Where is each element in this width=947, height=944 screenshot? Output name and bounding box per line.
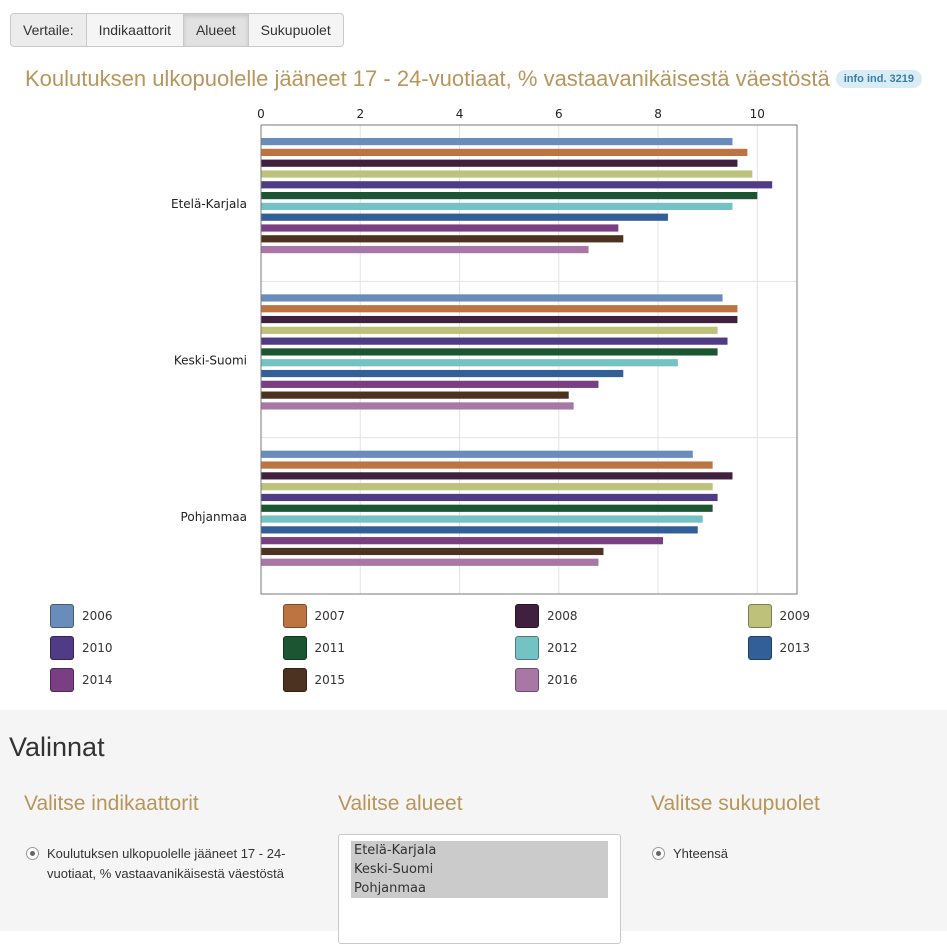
bar — [261, 202, 733, 210]
areas-listbox[interactable]: Etelä-Karjala Keski-Suomi Pohjanmaa — [338, 834, 621, 944]
gender-option[interactable]: Yhteensä — [652, 844, 728, 864]
legend-label: 2016 — [547, 673, 578, 687]
legend-item[interactable]: 2007 — [282, 604, 346, 628]
compare-genders-button[interactable]: Sukupuolet — [247, 14, 343, 46]
compare-indicators-button[interactable]: Indikaattorit — [85, 14, 183, 46]
areas-title: Valitse alueet — [338, 792, 463, 815]
bar — [261, 461, 713, 469]
bar — [261, 504, 713, 512]
legend-item[interactable]: 2010 — [50, 636, 113, 660]
bar — [261, 224, 619, 232]
bar — [261, 537, 663, 545]
bar — [261, 359, 678, 367]
bar — [261, 380, 599, 388]
legend-swatch — [282, 636, 307, 660]
bar — [261, 326, 718, 334]
legend-item[interactable]: 2006 — [50, 604, 113, 628]
bar — [261, 213, 668, 221]
legend-item[interactable]: 2013 — [747, 636, 811, 660]
bar — [261, 402, 574, 410]
legend-swatch — [515, 604, 539, 628]
indicator-radio[interactable] — [26, 847, 39, 860]
bar — [261, 181, 773, 189]
legend-label: 2015 — [314, 673, 346, 687]
bar-chart: 0 2 4 6 8 10 Etelä-Karjala Keski-Suomi Pohjanmaa — [171, 107, 798, 595]
legend-label: 2009 — [779, 609, 811, 623]
bar — [261, 493, 718, 502]
bar — [261, 192, 758, 200]
bar — [261, 483, 713, 491]
category-label: Pohjanmaa — [181, 510, 247, 524]
bar — [261, 515, 703, 523]
legend-item[interactable]: 2012 — [515, 636, 578, 660]
bar — [261, 547, 604, 556]
legend-swatch — [50, 604, 74, 628]
legend-label: 2008 — [547, 609, 578, 623]
category-label: Etelä-Karjala — [171, 197, 247, 211]
bar — [261, 235, 624, 243]
bar — [261, 170, 753, 178]
legend-label: 2010 — [82, 641, 113, 655]
legend-item[interactable]: 2008 — [515, 604, 578, 628]
bar — [261, 148, 748, 156]
gender-option-label: Yhteensä — [673, 846, 728, 861]
indicator-option-label: Koulutuksen ulkopuolelle jääneet 17 - 24… — [47, 846, 286, 881]
bar — [261, 315, 738, 324]
area-option-etela-karjala[interactable]: Etelä-Karjala — [351, 841, 608, 860]
legend-swatch — [515, 668, 539, 692]
chart-title: Koulutuksen ulkopuolelle jääneet 17 - 24… — [25, 66, 830, 91]
legend-swatch — [747, 636, 772, 660]
bar — [261, 348, 718, 356]
x-tick-label: 2 — [356, 107, 364, 121]
bar — [261, 450, 693, 458]
x-tick-label: 8 — [654, 107, 662, 121]
bar — [261, 472, 733, 480]
x-tick-label: 6 — [555, 107, 563, 121]
legend-swatch — [282, 604, 307, 628]
info-badge[interactable]: info ind. 3219 — [835, 70, 923, 88]
bar — [261, 369, 624, 378]
bar — [261, 159, 738, 167]
bar — [261, 138, 733, 146]
compare-label: Vertaile: — [11, 14, 86, 46]
legend-item[interactable]: 2015 — [282, 668, 346, 692]
legend-label: 2012 — [547, 641, 578, 655]
gender-radio[interactable] — [652, 847, 665, 860]
panel-title: Valinnat — [9, 732, 105, 762]
indicator-option[interactable]: Koulutuksen ulkopuolelle jääneet 17 - 24… — [26, 844, 296, 884]
category-label: Keski-Suomi — [174, 354, 247, 368]
chart-header: Koulutuksen ulkopuolelle jääneet 17 - 24… — [25, 66, 923, 92]
legend-label: 2013 — [779, 641, 811, 655]
legend-label: 2011 — [314, 641, 346, 655]
x-tick-label: 0 — [257, 107, 265, 121]
legend-label: 2014 — [82, 673, 113, 687]
legend-item[interactable]: 2009 — [747, 604, 811, 628]
legend-swatch — [50, 636, 74, 660]
legend-swatch — [747, 604, 772, 628]
legend-swatch — [282, 668, 307, 692]
area-option-pohjanmaa[interactable]: Pohjanmaa — [351, 879, 608, 898]
selections-panel: Valinnat Valitse indikaattorit Koulutuks… — [0, 710, 947, 944]
bar — [261, 337, 728, 345]
compare-areas-button[interactable]: Alueet — [182, 14, 248, 46]
legend-swatch — [50, 668, 74, 692]
legend-label: 2007 — [314, 609, 346, 623]
legend-item[interactable]: 2014 — [50, 668, 113, 692]
legend-item[interactable]: 2011 — [282, 636, 346, 660]
genders-title: Valitse sukupuolet — [651, 792, 820, 815]
legend-label: 2006 — [82, 609, 113, 623]
legend-item[interactable]: 2016 — [515, 668, 578, 692]
area-option-keski-suomi[interactable]: Keski-Suomi — [351, 860, 608, 879]
bar — [261, 558, 599, 566]
bar — [261, 305, 738, 313]
bar — [261, 294, 723, 302]
bar — [261, 526, 698, 534]
legend-swatch — [515, 636, 539, 660]
compare-toolbar: Vertaile: Indikaattorit Alueet Sukupuole… — [10, 13, 344, 47]
bar — [261, 391, 569, 399]
bar — [261, 246, 589, 254]
x-tick-label: 4 — [456, 107, 464, 121]
indicators-title: Valitse indikaattorit — [24, 792, 199, 815]
x-tick-label: 10 — [750, 107, 765, 121]
